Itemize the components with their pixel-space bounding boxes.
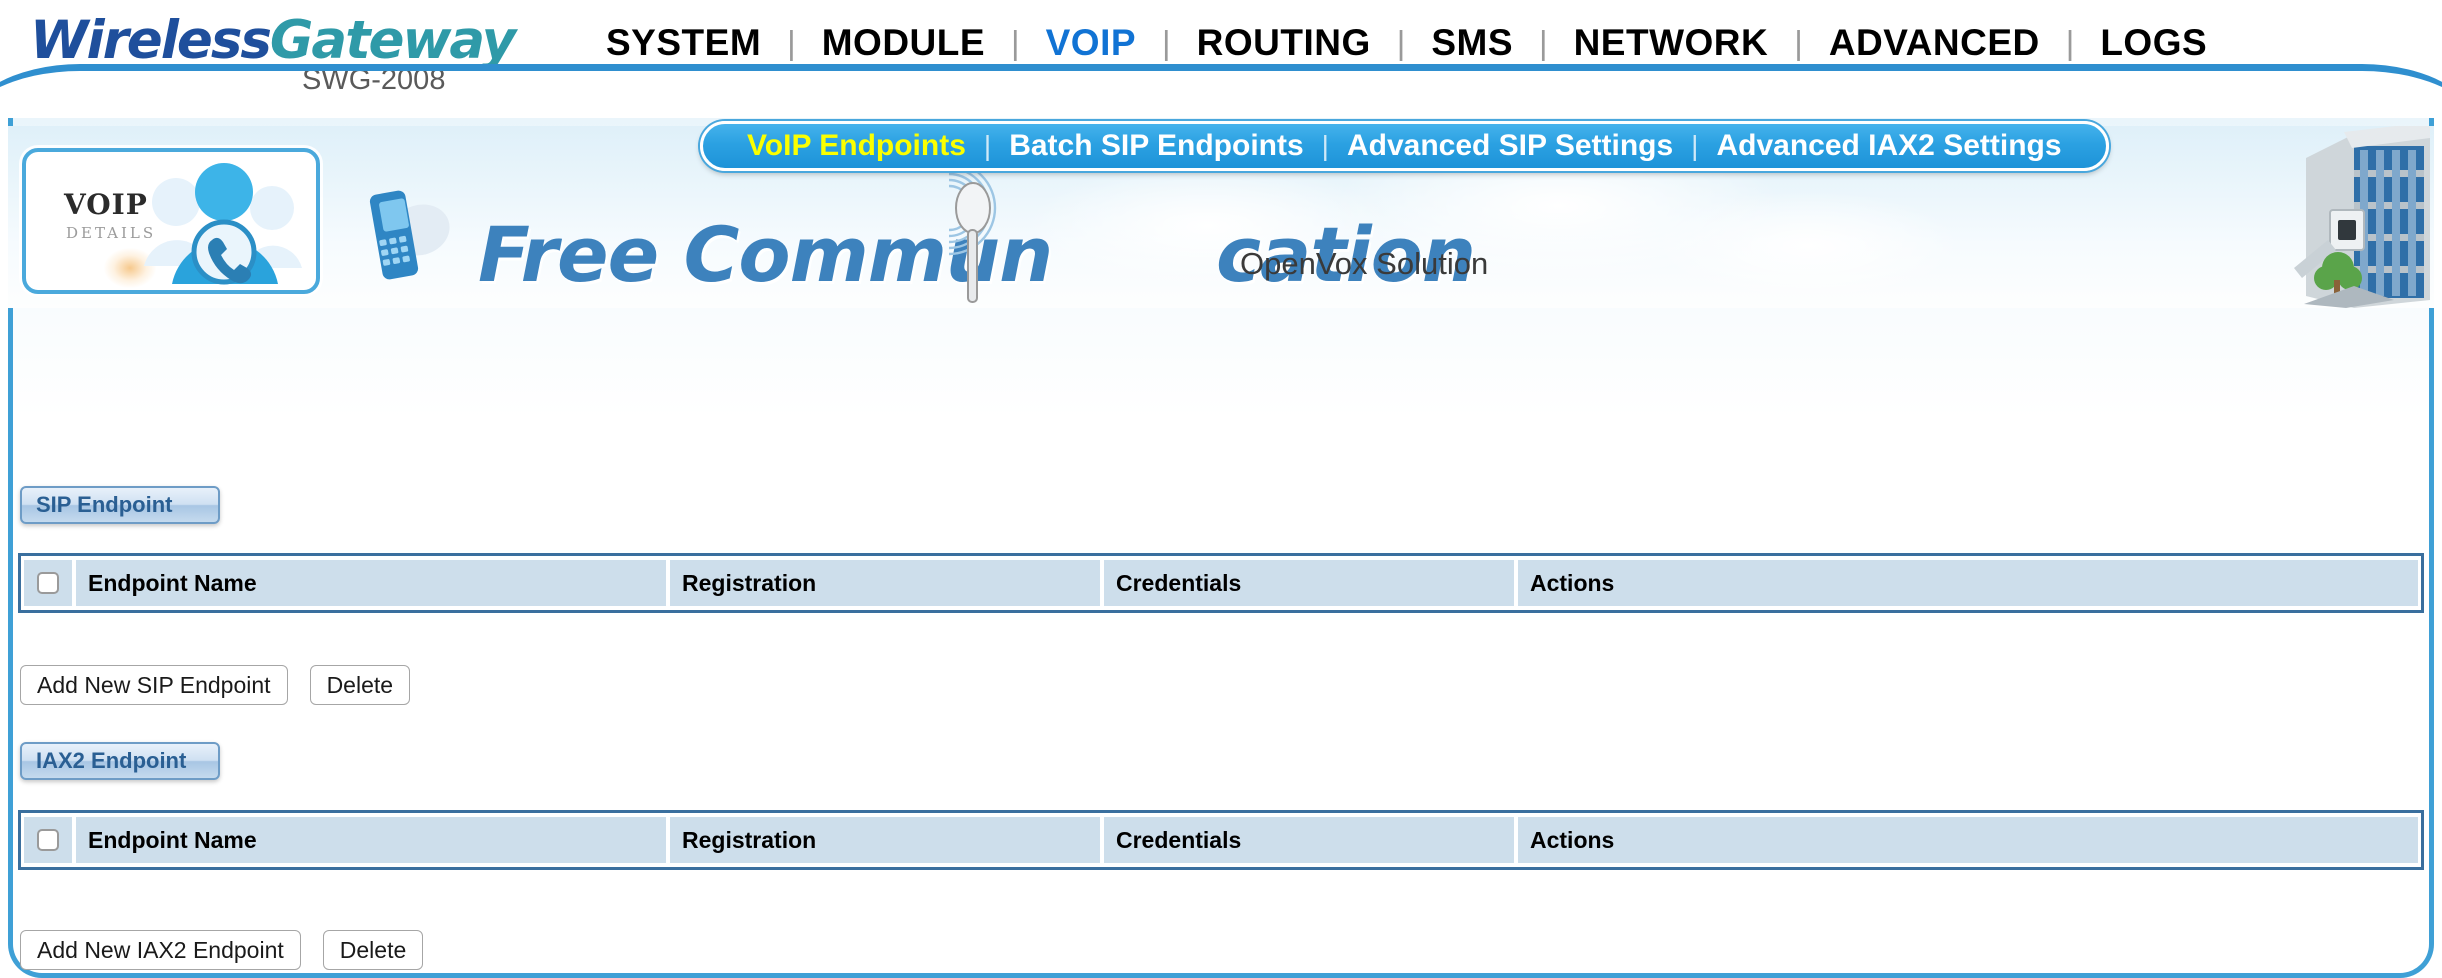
brand-logo[interactable]: WirelessGateway SWG-2008 [22, 4, 542, 108]
iax2-column-credentials: Credentials [1104, 817, 1514, 863]
sip-endpoint-section-title: SIP Endpoint [36, 492, 173, 517]
top-header-bar: WirelessGateway SWG-2008 SYSTEM | MODULE… [0, 0, 2442, 112]
add-new-iax2-endpoint-button[interactable]: Add New IAX2 Endpoint [20, 930, 301, 971]
iax2-endpoint-table: Endpoint Name Registration Credentials A… [18, 810, 2424, 870]
nav-item-logs[interactable]: LOGS [2074, 22, 2233, 64]
nav-separator: | [1539, 24, 1548, 61]
voip-endpoints-page: VOIP DETAILS Free Commun cation OpenVox … [0, 0, 2442, 978]
iax2-endpoint-section-header: IAX2 Endpoint [20, 742, 220, 780]
nav-separator: | [1162, 24, 1171, 61]
subnav-item-batch-sip-endpoints[interactable]: Batch SIP Endpoints [991, 129, 1321, 163]
nav-item-system[interactable]: SYSTEM [580, 22, 787, 64]
voip-details-card: VOIP DETAILS [22, 148, 320, 294]
brand-logo-text: WirelessGateway [30, 10, 516, 71]
subnav-separator: | [1321, 130, 1329, 161]
delete-iax2-endpoint-button[interactable]: Delete [322, 930, 424, 971]
device-model-label: SWG-2008 [302, 64, 446, 96]
nav-item-advanced[interactable]: ADVANCED [1803, 22, 2066, 64]
add-new-sip-endpoint-button[interactable]: Add New SIP Endpoint [20, 665, 288, 706]
nav-item-routing[interactable]: ROUTING [1171, 22, 1397, 64]
subnav-separator: | [1691, 130, 1699, 161]
sip-action-buttons: Add New SIP Endpoint Delete [20, 665, 411, 706]
brand-name-part1: Wireless [30, 10, 272, 71]
sip-column-actions: Actions [1518, 560, 2418, 606]
subnav-item-advanced-sip-settings[interactable]: Advanced SIP Settings [1329, 129, 1691, 163]
nav-item-module[interactable]: MODULE [796, 22, 1011, 64]
subnav-item-voip-endpoints[interactable]: VoIP Endpoints [729, 129, 984, 163]
main-navigation: SYSTEM | MODULE | VOIP | ROUTING | SMS |… [580, 16, 2233, 70]
sip-select-all-checkbox[interactable] [37, 572, 59, 594]
iax2-select-all-cell [24, 817, 72, 863]
nav-separator: | [787, 24, 796, 61]
sip-select-all-cell [24, 560, 72, 606]
subnav-item-advanced-iax2-settings[interactable]: Advanced IAX2 Settings [1698, 129, 2079, 163]
iax2-column-actions: Actions [1518, 817, 2418, 863]
nav-separator: | [1011, 24, 1020, 61]
nav-item-network[interactable]: NETWORK [1548, 22, 1795, 64]
subnav-separator: | [983, 130, 992, 161]
voip-subnavigation: VoIP Endpoints | Batch SIP Endpoints | A… [700, 121, 2109, 171]
iax2-column-registration: Registration [670, 817, 1100, 863]
building-icon [2294, 126, 2430, 308]
nav-item-voip[interactable]: VOIP [1020, 22, 1162, 64]
sip-column-registration: Registration [670, 560, 1100, 606]
nav-separator: | [1794, 24, 1803, 61]
sip-column-credentials: Credentials [1104, 560, 1514, 606]
delete-sip-endpoint-button[interactable]: Delete [309, 665, 411, 706]
nav-separator: | [2065, 24, 2075, 61]
sip-endpoint-table: Endpoint Name Registration Credentials A… [18, 553, 2424, 613]
sip-endpoint-section-header: SIP Endpoint [20, 486, 220, 524]
sip-column-endpoint-name: Endpoint Name [76, 560, 666, 606]
iax2-column-endpoint-name: Endpoint Name [76, 817, 666, 863]
iax2-endpoint-section-title: IAX2 Endpoint [36, 748, 187, 773]
brand-name-part2: Gateway [269, 10, 516, 71]
vendor-label: OpenVox Solution [1240, 246, 1489, 281]
people-phone-icon [144, 163, 302, 285]
mobile-phone-icon [369, 190, 450, 280]
nav-item-sms[interactable]: SMS [1405, 22, 1539, 64]
iax2-action-buttons: Add New IAX2 Endpoint Delete [20, 930, 424, 971]
nav-separator: | [1396, 24, 1406, 61]
iax2-select-all-checkbox[interactable] [37, 829, 59, 851]
